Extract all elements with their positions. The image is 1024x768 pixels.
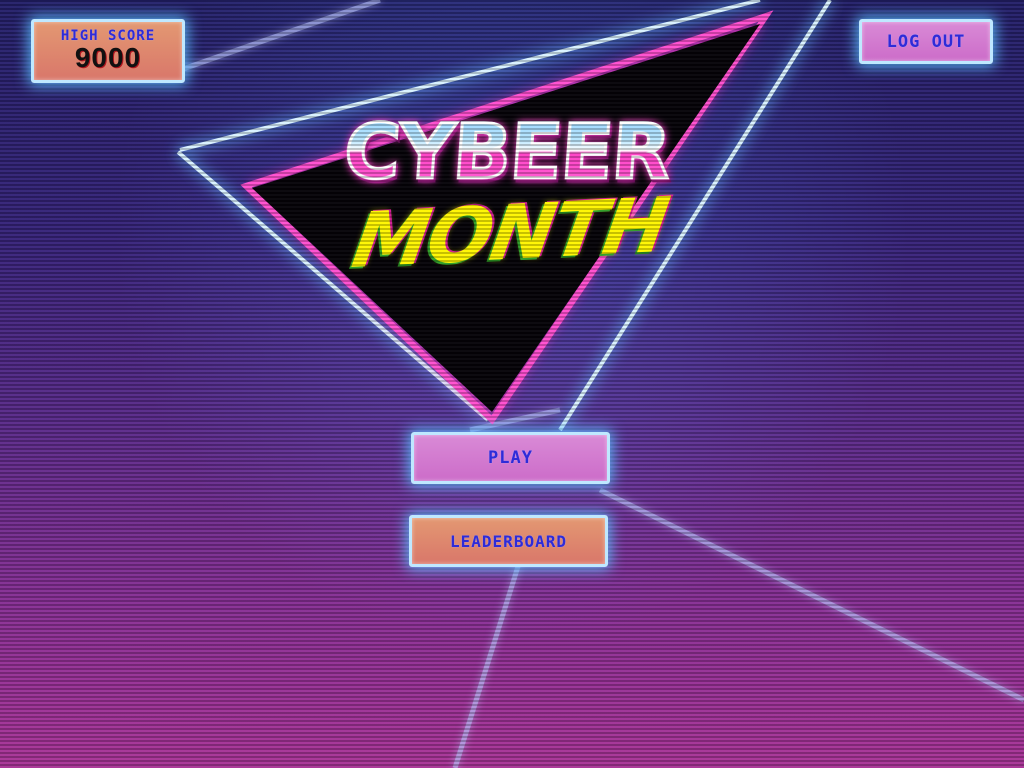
high-score-value: 9000 xyxy=(74,42,142,73)
play-button[interactable]: PLAY xyxy=(411,432,610,484)
high-score-panel: HIGH SCORE 9000 xyxy=(31,19,185,83)
leaderboard-button[interactable]: LEADERBOARD xyxy=(409,515,608,567)
leaderboard-button-label: LEADERBOARD xyxy=(450,531,567,551)
logout-button[interactable]: LOG OUT xyxy=(859,19,993,64)
logo-triangle xyxy=(252,24,760,412)
logout-button-label: LOG OUT xyxy=(886,31,966,52)
game-screen: CYBEER MONTH HIGH SCORE 9000 LOG OUT PLA… xyxy=(0,0,1024,768)
play-button-label: PLAY xyxy=(488,448,533,468)
neon-lines xyxy=(174,0,1024,768)
